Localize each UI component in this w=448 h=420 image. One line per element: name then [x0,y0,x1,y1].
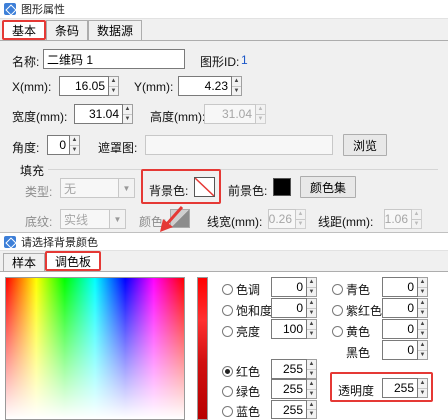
hue-input[interactable]: 0 [271,277,307,297]
hue-label: 色调 [236,283,261,297]
tab-samples[interactable]: 样本 [3,253,46,271]
width-input[interactable]: 31.04 [74,104,123,124]
tab-basic[interactable]: 基本 [2,20,47,40]
magenta-label: 紫红色 [346,304,383,318]
hue-spinner[interactable]: ▲ ▼ [307,277,317,297]
yellow-input[interactable]: 0 [382,319,418,339]
width-spinner[interactable]: ▲ ▼ [123,104,133,124]
name-input[interactable]: 二维码 1 [43,49,185,69]
yellow-label: 黄色 [346,325,371,339]
green-spinner[interactable]: ▲ ▼ [307,379,317,399]
tab-strip: 基本 条码 数据源 [2,20,143,40]
blue-spinner[interactable]: ▲ ▼ [307,400,317,419]
magenta-radio[interactable] [332,305,343,316]
red-spinner[interactable]: ▲ ▼ [307,359,317,379]
x-label: X(mm): [12,80,52,94]
fill-group-label: 填充 [20,164,45,178]
tab-palette[interactable]: 调色板 [45,251,102,271]
red-input[interactable]: 255 [271,359,307,379]
color-dialog-title: 请选择背景颜色 [21,236,98,249]
hue-radio[interactable] [222,284,233,295]
pattern-label: 底纹: [25,215,53,229]
saturation-spinner[interactable]: ▲ ▼ [307,298,317,318]
opacity-input[interactable]: 255 [382,378,418,398]
opacity-spinner[interactable]: ▲ ▼ [418,378,428,398]
yellow-spinner[interactable]: ▲ ▼ [418,319,428,339]
name-label: 名称: [12,55,40,69]
brightness-label: 亮度 [236,325,261,339]
blue-label: 蓝色 [236,405,261,419]
color-dialog-app-icon [4,235,16,248]
black-spinner[interactable]: ▲ ▼ [418,340,428,360]
red-radio[interactable] [222,366,233,377]
window-title: 图形属性 [21,4,65,16]
tab-datasource[interactable]: 数据源 [88,20,143,40]
blue-radio[interactable] [222,406,233,417]
width-label: 宽度(mm): [12,110,68,124]
green-radio[interactable] [222,386,233,397]
y-input[interactable]: 4.23 [178,76,232,96]
mask-input[interactable] [145,135,333,155]
yellow-radio[interactable] [332,326,343,337]
saturation-input[interactable]: 0 [271,298,307,318]
color-field[interactable] [5,277,185,420]
line-width-spinner[interactable]: ▲ ▼ [296,209,306,229]
height-input[interactable]: 31.04 [204,104,256,124]
y-spinner[interactable]: ▲ ▼ [232,76,242,96]
cyan-label: 青色 [346,283,371,297]
line-spacing-label: 线距(mm): [318,215,374,229]
blue-input[interactable]: 255 [271,400,307,419]
red-label: 红色 [236,365,261,379]
line-width-label: 线宽(mm): [207,215,263,229]
magenta-spinner[interactable]: ▲ ▼ [418,298,428,318]
brightness-spinner[interactable]: ▲ ▼ [307,319,317,339]
opacity-label: 透明度 [338,384,375,398]
app-icon [4,3,16,15]
x-spinner[interactable]: ▲ ▼ [109,76,119,96]
color-set-button[interactable]: 颜色集 [300,176,356,198]
green-label: 绿色 [236,385,261,399]
bg-color-swatch[interactable] [194,177,215,197]
y-label: Y(mm): [134,80,174,94]
height-label: 高度(mm): [150,110,206,124]
type-select[interactable]: 无 [60,178,119,198]
angle-spinner[interactable]: ▲ ▼ [70,135,80,155]
tab-barcode[interactable]: 条码 [46,20,89,40]
type-dropdown-arrow[interactable]: ▼ [119,178,135,198]
pattern-select[interactable]: 实线 [60,209,110,229]
browse-button[interactable]: 浏览 [343,134,387,156]
pattern-dropdown-arrow[interactable]: ▼ [110,209,126,229]
x-input[interactable]: 16.05 [59,76,109,96]
angle-input[interactable]: 0 [47,135,70,155]
brightness-input[interactable]: 100 [271,319,307,339]
black-label: 黑色 [346,346,371,360]
shape-id-label: 图形ID: [200,55,240,69]
black-input[interactable]: 0 [382,340,418,360]
cyan-radio[interactable] [332,284,343,295]
pointer-arrow-icon [160,206,184,232]
brightness-radio[interactable] [222,326,233,337]
cyan-input[interactable]: 0 [382,277,418,297]
brightness-slider[interactable] [197,277,208,420]
green-input[interactable]: 255 [271,379,307,399]
magenta-input[interactable]: 0 [382,298,418,318]
bg-color-label: 背景色: [149,184,189,198]
color-dialog-title-bar: 请选择背景颜色 [0,233,448,251]
line-spacing-input[interactable]: 1.06 [384,209,412,229]
angle-label: 角度: [12,141,40,155]
mask-label: 遮罩图: [98,141,138,155]
title-bar: 图形属性 [0,0,448,19]
fg-color-label: 前景色: [228,184,268,198]
line-width-input[interactable]: 0.26 [268,209,296,229]
height-spinner[interactable]: ▲ ▼ [256,104,266,124]
cyan-spinner[interactable]: ▲ ▼ [418,277,428,297]
type-label: 类型: [25,185,53,199]
fg-color-swatch[interactable] [273,178,291,196]
color-dialog-tabs: 样本 调色板 [3,251,102,271]
line-spacing-spinner[interactable]: ▲ ▼ [412,209,422,229]
saturation-label: 饱和度 [236,304,273,318]
saturation-radio[interactable] [222,305,233,316]
shape-id-value: 1 [241,53,248,67]
